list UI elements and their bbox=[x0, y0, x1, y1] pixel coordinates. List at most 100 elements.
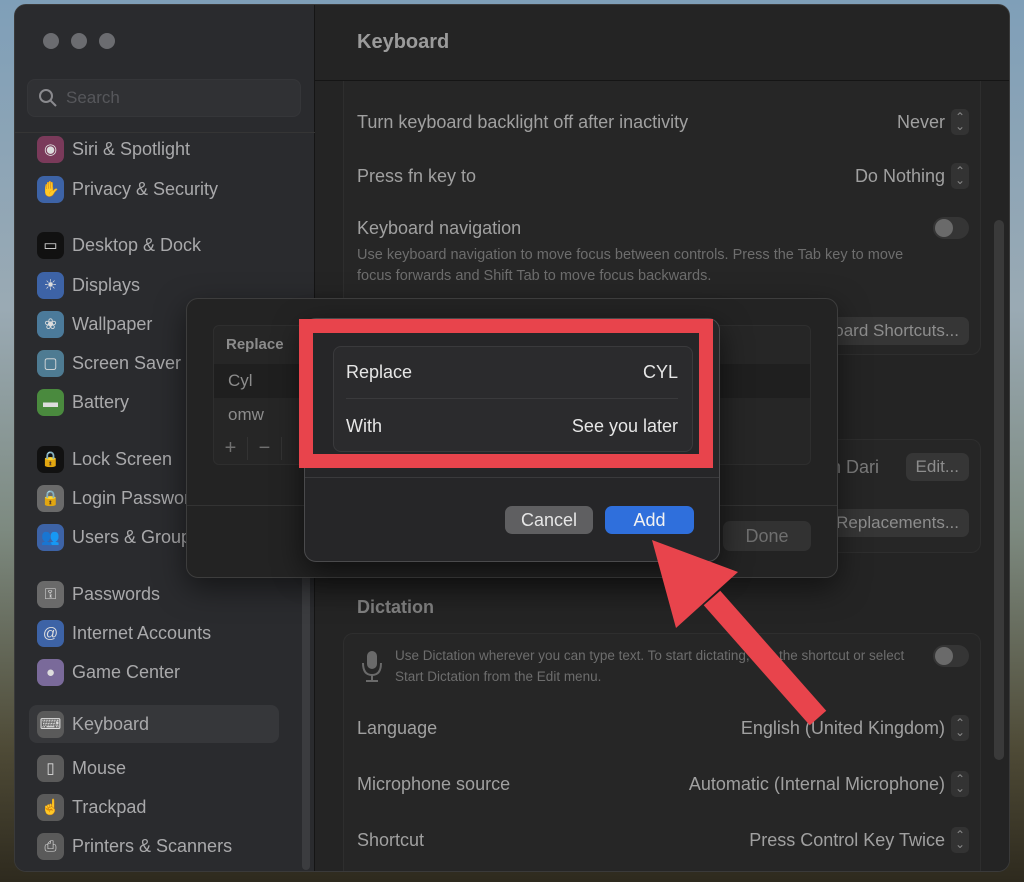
dictation-toggle[interactable] bbox=[933, 645, 969, 667]
screensaver-icon: ▢ bbox=[37, 349, 64, 377]
shortcut-value: Press Control Key Twice bbox=[749, 829, 945, 850]
page-title: Keyboard bbox=[357, 31, 450, 53]
mouse-icon: ▯ bbox=[37, 754, 64, 782]
sidebar-item-internet-accounts[interactable]: @ Internet Accounts bbox=[29, 614, 279, 652]
keyboard-navigation-toggle[interactable] bbox=[933, 217, 969, 239]
fn-row: Press fn key to Do Nothing ⌃ ⌄ bbox=[357, 163, 969, 189]
sidebar-item-label: Game Center bbox=[72, 661, 181, 682]
replace-row: Replace bbox=[346, 347, 678, 399]
hand-icon: ✋ bbox=[37, 175, 64, 203]
sidebar-item-label: Battery bbox=[72, 391, 130, 412]
microphone-value: Automatic (Internal Microphone) bbox=[688, 773, 945, 794]
dock-icon: ▭ bbox=[37, 231, 64, 259]
backlight-row: Turn keyboard backlight off after inacti… bbox=[357, 109, 969, 135]
sidebar-item-label: Screen Saver bbox=[72, 352, 182, 373]
add-replacement-button[interactable]: + bbox=[214, 436, 248, 460]
sidebar-item-mouse[interactable]: ▯ Mouse bbox=[29, 749, 279, 787]
with-input[interactable] bbox=[478, 415, 678, 437]
sidebar-item-label: Keyboard bbox=[72, 713, 150, 734]
microphone-icon bbox=[362, 651, 382, 682]
replacement-form: Replace With bbox=[333, 346, 693, 452]
shortcut-select[interactable]: Press Control Key Twice ⌃ ⌄ bbox=[749, 827, 969, 853]
dictation-description: Use Dictation wherever you can type text… bbox=[395, 648, 905, 684]
sidebar-item-label: Users & Groups bbox=[72, 526, 201, 547]
replace-label: Replace bbox=[346, 362, 413, 382]
key-icon: ⚿ bbox=[37, 580, 64, 608]
microphone-select[interactable]: Automatic (Internal Microphone) ⌃ ⌄ bbox=[689, 771, 969, 797]
add-remove-controls: + − bbox=[214, 432, 282, 464]
sidebar-item-label: Lock Screen bbox=[72, 448, 173, 469]
remove-replacement-button[interactable]: − bbox=[248, 436, 282, 460]
at-icon: @ bbox=[37, 619, 64, 647]
sidebar-item-label: Siri & Spotlight bbox=[72, 138, 191, 159]
stepper-icon: ⌃ ⌄ bbox=[951, 827, 969, 853]
zoom-window-button[interactable] bbox=[99, 33, 115, 49]
sidebar-item-label: Internet Accounts bbox=[72, 622, 212, 643]
with-label: With bbox=[346, 415, 382, 436]
replace-input[interactable] bbox=[478, 362, 678, 383]
sidebar-item-siri-spotlight[interactable]: ◉ Siri & Spotlight bbox=[29, 130, 279, 168]
stepper-icon: ⌃ ⌄ bbox=[951, 163, 969, 189]
sidebar-item-label: Wallpaper bbox=[72, 313, 153, 334]
stepper-icon: ⌃ ⌄ bbox=[951, 771, 969, 797]
sidebar-item-label: Passwords bbox=[72, 583, 161, 604]
keyboard-navigation-row: Keyboard navigation bbox=[357, 217, 969, 239]
sidebar-item-keyboard[interactable]: ⌨ Keyboard bbox=[29, 705, 279, 743]
stepper-icon: ⌃ ⌄ bbox=[951, 109, 969, 135]
divider bbox=[305, 477, 719, 478]
lock-screen-icon: 🔒 bbox=[37, 445, 64, 473]
backlight-value: Never bbox=[896, 111, 945, 132]
printer-icon: ⎙ bbox=[37, 832, 64, 860]
language-label: Language bbox=[357, 717, 438, 738]
sidebar-item-trackpad[interactable]: ☝ Trackpad bbox=[29, 788, 279, 826]
add-button[interactable]: Add bbox=[605, 506, 694, 534]
microphone-label: Microphone source bbox=[357, 773, 511, 794]
window-controls bbox=[43, 33, 115, 49]
sidebar-item-label: Mouse bbox=[72, 757, 127, 778]
sidebar-item-label: Trackpad bbox=[72, 796, 147, 817]
sidebar-item-game-center[interactable]: ● Game Center bbox=[29, 653, 279, 691]
add-replacement-dialog: Replace With Cancel Add bbox=[304, 318, 720, 562]
search-icon bbox=[39, 89, 57, 107]
minimize-window-button[interactable] bbox=[71, 33, 87, 49]
done-button[interactable]: Done bbox=[723, 521, 811, 551]
search-input[interactable] bbox=[66, 88, 286, 108]
sidebar-search bbox=[27, 79, 301, 117]
close-window-button[interactable] bbox=[43, 33, 59, 49]
with-row: With bbox=[346, 400, 678, 452]
trackpad-icon: ☝ bbox=[37, 793, 64, 821]
stepper-icon: ⌃ ⌄ bbox=[951, 715, 969, 741]
sidebar-item-label: Privacy & Security bbox=[72, 178, 219, 199]
sidebar-item-privacy-security[interactable]: ✋ Privacy & Security bbox=[29, 170, 279, 208]
language-value: English (United Kingdom) bbox=[740, 717, 945, 738]
sun-icon: ☀ bbox=[37, 271, 64, 299]
microphone-row: Microphone source Automatic (Internal Mi… bbox=[357, 771, 969, 797]
users-icon: 👥 bbox=[37, 523, 64, 551]
cancel-button[interactable]: Cancel bbox=[505, 506, 593, 534]
main-scrollbar[interactable] bbox=[994, 220, 1004, 760]
shortcut-label: Shortcut bbox=[357, 829, 425, 850]
lock-icon: 🔒 bbox=[37, 484, 64, 512]
nav-description: Use keyboard navigation to move focus be… bbox=[357, 247, 904, 284]
backlight-label: Turn keyboard backlight off after inacti… bbox=[357, 111, 689, 132]
pane-header: Keyboard bbox=[315, 5, 1009, 81]
dictation-title: Dictation bbox=[357, 597, 435, 617]
sidebar-item-label: Desktop & Dock bbox=[72, 234, 202, 255]
battery-icon: ▬ bbox=[37, 388, 64, 416]
keyboard-icon: ⌨ bbox=[37, 710, 64, 738]
language-select[interactable]: English (United Kingdom) ⌃ ⌄ bbox=[741, 715, 969, 741]
sidebar-item-printers-scanners[interactable]: ⎙ Printers & Scanners bbox=[29, 827, 279, 865]
fn-label: Press fn key to bbox=[357, 165, 477, 186]
fn-select[interactable]: Do Nothing ⌃ ⌄ bbox=[855, 163, 969, 189]
edit-input-sources-button[interactable]: Edit... bbox=[905, 453, 969, 481]
siri-icon: ◉ bbox=[37, 135, 64, 163]
sidebar-item-desktop-dock[interactable]: ▭ Desktop & Dock bbox=[29, 226, 279, 264]
flower-icon: ❀ bbox=[37, 310, 64, 338]
game-center-icon: ● bbox=[37, 658, 64, 686]
backlight-select[interactable]: Never ⌃ ⌄ bbox=[897, 109, 969, 135]
sidebar-item-passwords[interactable]: ⚿ Passwords bbox=[29, 575, 279, 613]
sidebar-item-label: Displays bbox=[72, 274, 141, 295]
shortcut-row: Shortcut Press Control Key Twice ⌃ ⌄ bbox=[357, 827, 969, 853]
sidebar-item-label: Login Password bbox=[72, 487, 201, 508]
fn-value: Do Nothing bbox=[854, 165, 945, 186]
